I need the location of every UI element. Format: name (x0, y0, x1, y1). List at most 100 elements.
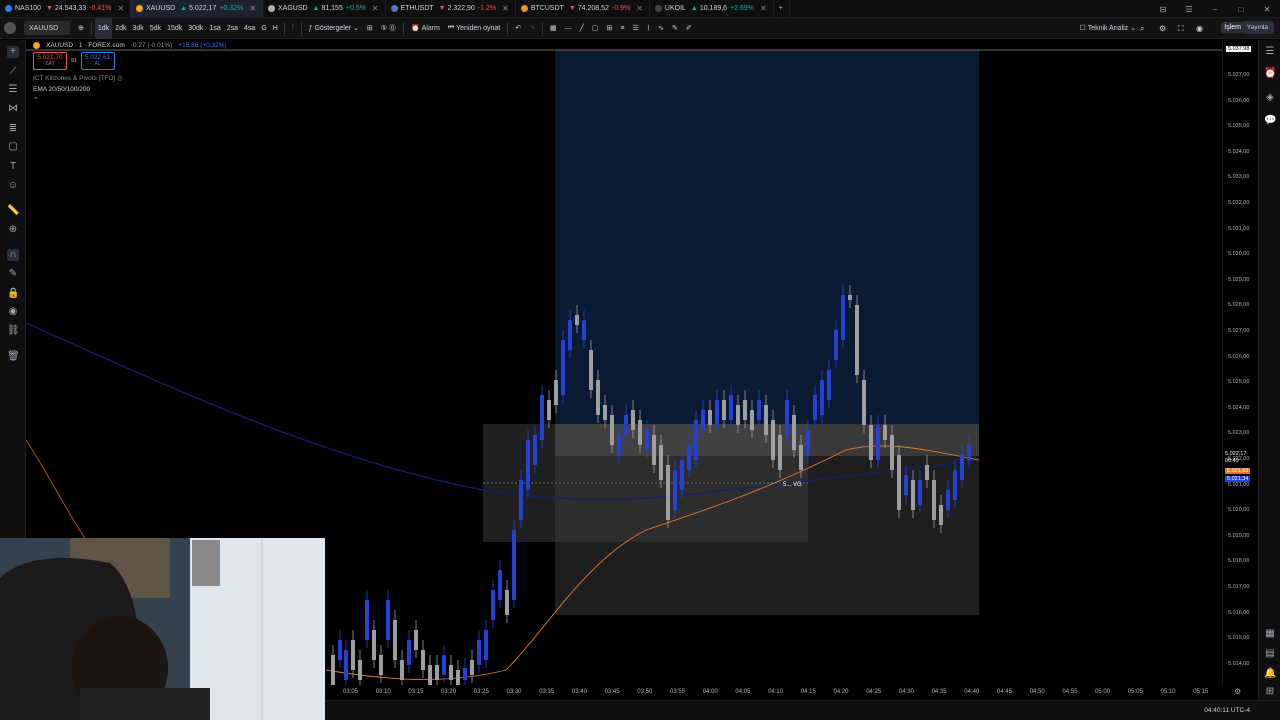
interval-1sa[interactable]: 1sa (206, 18, 223, 39)
close-tab-icon[interactable]: ✕ (249, 4, 256, 13)
ruler-icon[interactable]: 📏 (7, 205, 19, 217)
square-icon[interactable]: ▢ (588, 18, 603, 39)
candle-body (540, 395, 544, 440)
price-tick: 5.031,00 (1228, 225, 1250, 232)
eye-icon[interactable]: ◉ (7, 306, 19, 318)
draw-mode-icon[interactable]: ✎ (7, 268, 19, 280)
line-tool-icon[interactable]: ⟋ (7, 66, 19, 78)
replay-button[interactable]: ⏮ Yeniden oynat (444, 18, 504, 39)
hline-icon[interactable]: — (561, 18, 576, 39)
candle-body (757, 400, 761, 420)
tab-nas100[interactable]: NAS100 ▼ 24.543,33 -0.41% ✕ (0, 0, 132, 18)
new-tab-icon[interactable]: + (774, 0, 790, 18)
counter-icon[interactable]: ⑤ ⓪ (377, 18, 400, 39)
interval-2sa[interactable]: 2sa (224, 18, 241, 39)
close-tab-icon[interactable]: ✕ (760, 4, 767, 13)
candle-type-icon[interactable]: ⫶ (288, 18, 298, 39)
interval-H[interactable]: H (270, 18, 281, 39)
interval-15dk[interactable]: 15dk (164, 18, 185, 39)
interval-1dk[interactable]: 1dk (94, 17, 113, 39)
redo-icon[interactable]: ↷ (525, 18, 539, 39)
indicator-killzones[interactable]: ICT Killzones & Pivots [TFO] ◎ (33, 74, 227, 82)
shape-tool-icon[interactable]: ▢ (7, 141, 19, 153)
lines-icon[interactable]: ≡ (616, 18, 628, 39)
news-icon[interactable]: ▤ (1264, 648, 1276, 660)
axis-settings-icon[interactable]: ⚙ (1234, 687, 1241, 696)
tab-xagusd[interactable]: XAGUSD ▲ 81,155 +0.5% ✕ (263, 0, 386, 18)
close-tab-icon[interactable]: ✕ (636, 4, 643, 13)
pattern-tool-icon[interactable]: ☺ (7, 180, 19, 192)
notifications-icon[interactable]: 🔔 (1264, 668, 1276, 680)
trendline-icon[interactable]: ╱ (576, 18, 588, 39)
close-tab-icon[interactable]: ✕ (502, 4, 509, 13)
indicators-button[interactable]: ƒ Göstergeler ⌄ (305, 18, 363, 39)
fib-icon[interactable]: ☰ (628, 18, 642, 39)
undo-icon[interactable]: ↶ (511, 18, 525, 39)
eye-icon[interactable]: ◎ (117, 75, 123, 82)
tab-btcusdt[interactable]: BTCUSDT ▼ 74.208,52 -0.9% ✕ (516, 0, 650, 18)
candle-body (372, 630, 376, 660)
help-icon[interactable]: ⊞ (1264, 686, 1276, 698)
indicator-ema[interactable]: EMA 20/50/100/200 (33, 86, 227, 93)
wave-icon[interactable]: ∿ (654, 18, 668, 39)
settings-icon[interactable]: ⚙ (1155, 18, 1170, 39)
collapse-icon[interactable]: ⌃ (33, 96, 227, 104)
trash-icon[interactable]: 🗑 (7, 351, 20, 363)
interval-5dk[interactable]: 5dk (147, 18, 164, 39)
interval-30dk[interactable]: 30dk (185, 18, 206, 39)
layout-grid-icon[interactable]: ⊞ (602, 18, 616, 39)
avatar[interactable] (0, 18, 20, 39)
crosshair-icon[interactable]: + (7, 46, 19, 58)
layers-icon[interactable]: ◈ (1264, 92, 1276, 104)
text-tool-icon[interactable]: T (7, 161, 19, 173)
interval-4sa[interactable]: 4sa (241, 18, 258, 39)
minimize-icon[interactable]: – (1202, 5, 1228, 14)
layout-icon[interactable]: ⊟ (1150, 5, 1176, 14)
tab-ukoil[interactable]: UKOIL ▲ 10.189,6 +2.69% ✕ (650, 0, 774, 18)
lock-icon[interactable]: 🔒 (7, 288, 19, 300)
fork-tool-icon[interactable]: ⋈ (7, 103, 19, 115)
camera-icon[interactable]: ◉ (1192, 18, 1207, 39)
fullscreen-icon[interactable]: ⛶ (1174, 18, 1188, 39)
tab-ethusdt[interactable]: ETHUSDT ▼ 2.322,90 -1.2% ✕ (386, 0, 516, 18)
utc-clock[interactable]: 04:40:11 UTC-4 (1204, 707, 1250, 714)
add-symbol-icon[interactable]: ⊕ (74, 18, 88, 39)
interval-2dk[interactable]: 2dk (112, 18, 129, 39)
close-icon[interactable]: ✕ (1254, 5, 1280, 14)
publish-button[interactable]: Yayınla (1240, 21, 1274, 34)
symbol-search[interactable]: XAUUSD (24, 21, 70, 35)
chat-icon[interactable]: 💬 (1264, 115, 1276, 127)
close-tab-icon[interactable]: ✕ (117, 4, 124, 13)
search-icon[interactable]: ⌕ (1136, 18, 1148, 39)
pattern-icon[interactable]: ⌇ (643, 18, 654, 39)
buy-button[interactable]: 5.022,61 AL (80, 52, 115, 70)
interval-G[interactable]: G (258, 18, 269, 39)
candle-body (666, 465, 670, 520)
templates-icon[interactable]: ⊞ (363, 18, 377, 39)
price-axis[interactable]: 5.037,98 5.037,00 5.036,00 5.035,00 5.034,0… (1222, 40, 1258, 685)
symbol-icon (5, 5, 12, 12)
sell-button[interactable]: 5.021,70 SAT (33, 52, 67, 70)
maximize-icon[interactable]: □ (1228, 5, 1254, 14)
technical-analysis-button[interactable]: ☐ Teknik Analiz ⌄ (1075, 18, 1140, 39)
fib-tool-icon[interactable]: ≣ (7, 123, 19, 135)
zoom-icon[interactable]: ⊕ (7, 224, 19, 236)
interval-3dk[interactable]: 3dk (129, 18, 146, 39)
link-icon[interactable]: ⛓ (7, 325, 20, 337)
close-tab-icon[interactable]: ✕ (372, 4, 379, 13)
candle-body (533, 435, 537, 465)
replay-label: Yeniden oynat (456, 24, 501, 32)
tab-xauusd[interactable]: XAUUSD ▲ 5.022,17 +0.32% ✕ (131, 0, 263, 18)
candle-body (715, 400, 719, 425)
menu-icon[interactable]: ☰ (1176, 5, 1202, 14)
pen-icon[interactable]: ✐ (682, 18, 696, 39)
watchlist-icon[interactable]: ☰ (1264, 46, 1276, 58)
alerts-icon[interactable]: ⏰ (1264, 68, 1276, 80)
candle-body (834, 330, 838, 360)
brush-icon[interactable]: ✎ (668, 18, 682, 39)
channel-tool-icon[interactable]: ☰ (7, 84, 19, 96)
magnet-icon[interactable]: ∩ (7, 249, 19, 261)
grid-icon[interactable]: ▦ (546, 18, 561, 39)
calendar-icon[interactable]: ▦ (1264, 628, 1276, 640)
alarm-button[interactable]: ⏰ Alarm (407, 18, 444, 39)
